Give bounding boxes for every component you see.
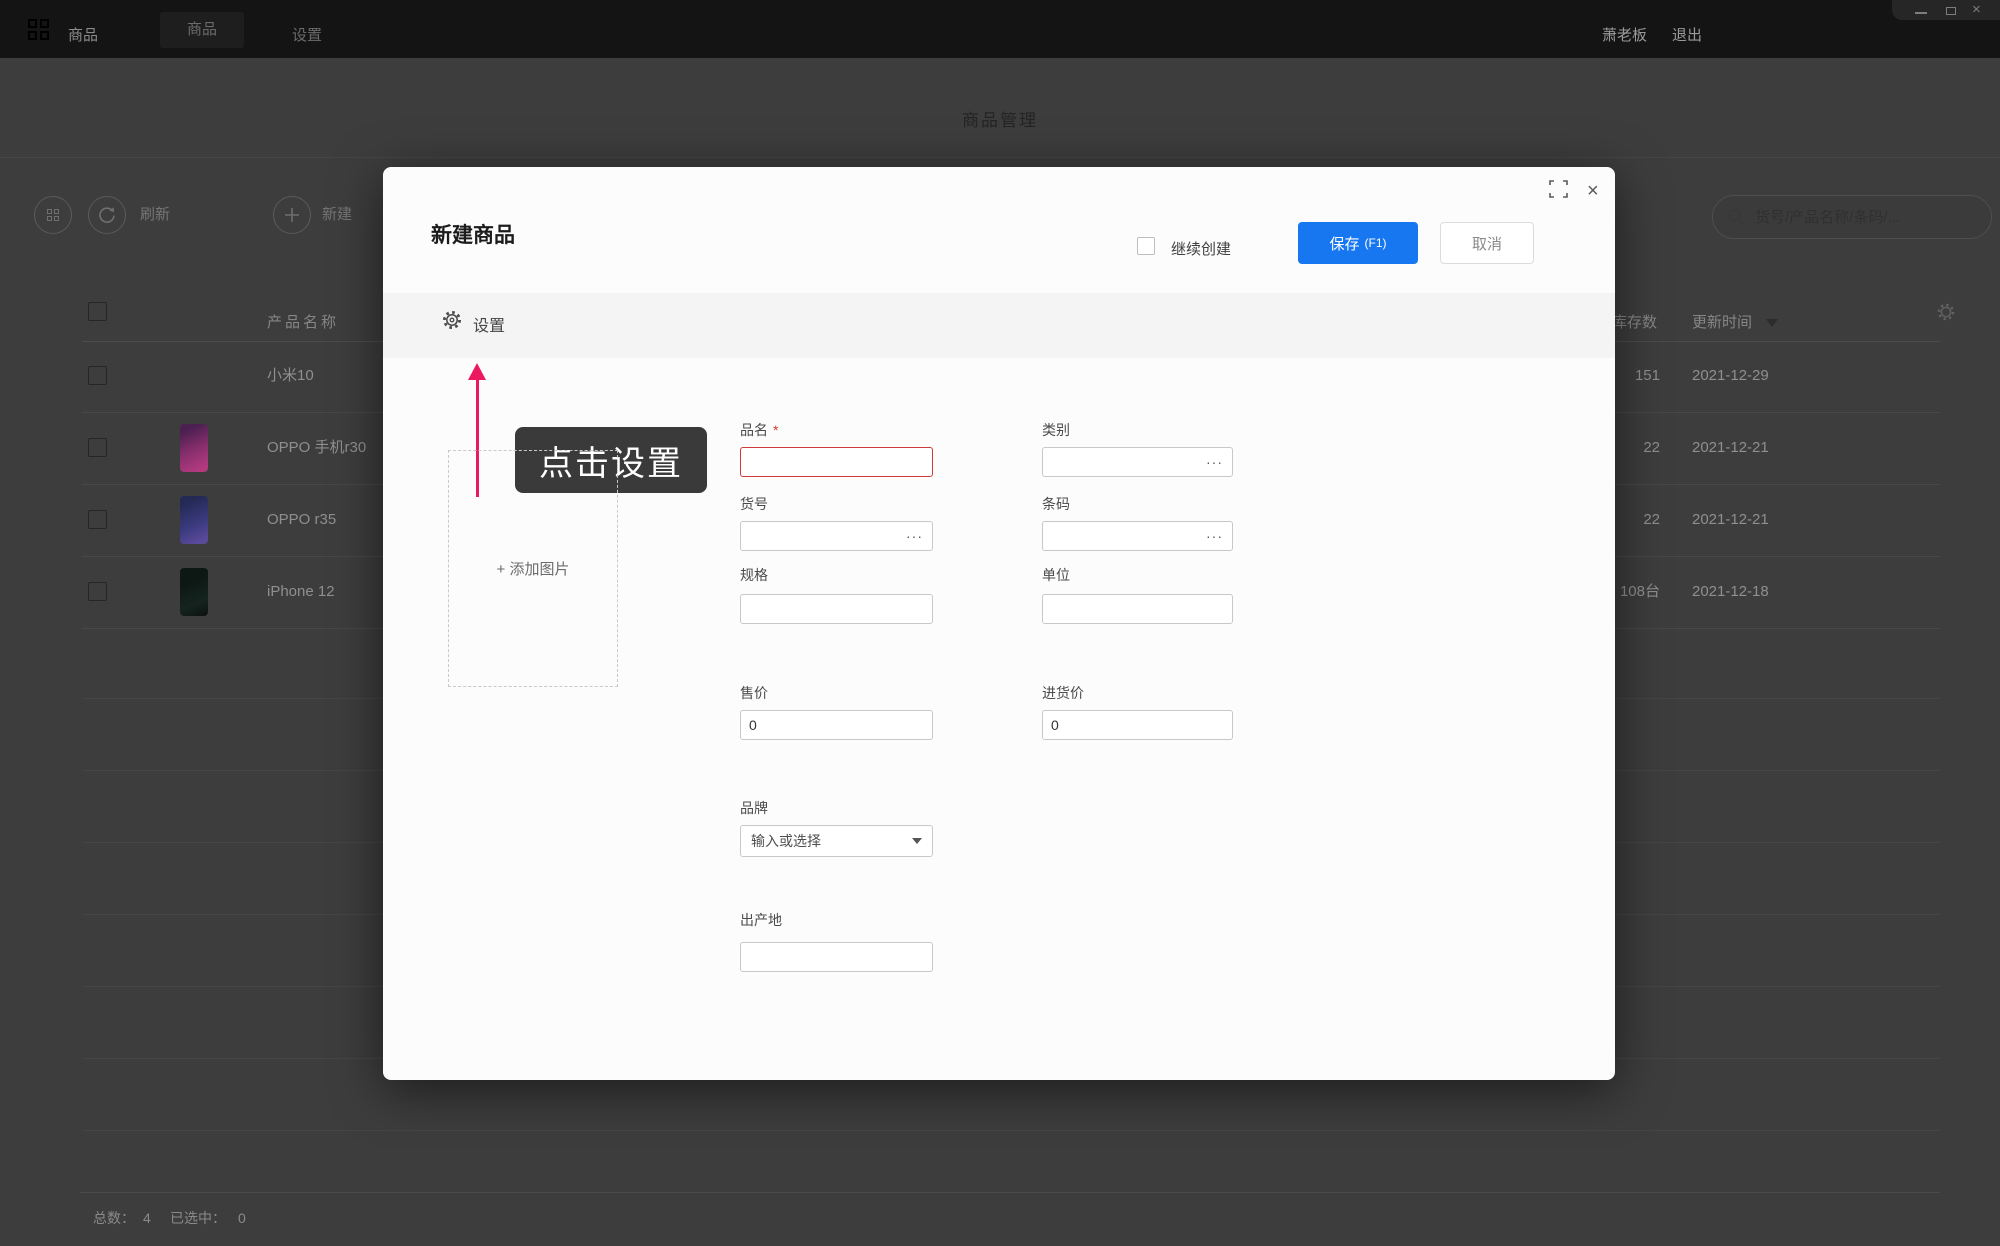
field-label-unit: 单位 xyxy=(1042,567,1070,583)
barcode-more-icon[interactable]: ··· xyxy=(1206,529,1223,543)
brand-select[interactable]: 输入或选择 xyxy=(740,825,933,857)
price-input[interactable] xyxy=(740,710,933,740)
name-input[interactable] xyxy=(740,447,933,477)
settings-label[interactable]: 设置 xyxy=(473,312,505,336)
column-settings-gear-icon[interactable] xyxy=(1936,302,1956,322)
field-label-barcode: 条码 xyxy=(1042,496,1070,512)
gear-icon[interactable] xyxy=(441,309,463,331)
product-name: 小米10 xyxy=(267,340,314,412)
spec-input[interactable] xyxy=(740,594,933,624)
cancel-button[interactable]: 取消 xyxy=(1440,222,1534,264)
page-title: 商品管理 xyxy=(0,106,2000,131)
grid-icon xyxy=(47,209,59,221)
search-input[interactable] xyxy=(1753,208,1977,227)
required-asterisk: * xyxy=(773,422,778,438)
plus-icon xyxy=(283,206,301,224)
total-label: 总数： xyxy=(93,1210,135,1226)
add-image-label: + 添加图片 xyxy=(497,558,570,579)
create-button[interactable] xyxy=(273,196,311,234)
row-checkbox[interactable] xyxy=(88,438,107,457)
product-name: OPPO r35 xyxy=(267,484,336,556)
unit-input[interactable] xyxy=(1042,594,1233,624)
logout-button[interactable]: 退出 xyxy=(1672,28,1702,43)
continue-create-checkbox[interactable] xyxy=(1137,237,1155,255)
top-bar: 商品 商品 设置 萧老板 退出 × xyxy=(0,0,2000,58)
divider xyxy=(82,1130,1940,1131)
minimize-icon[interactable] xyxy=(1915,12,1927,14)
new-product-dialog: × 新建商品 继续创建 保存 (F1) 取消 设置 点击设置 + 添加图片 品名… xyxy=(383,167,1615,1080)
tab-product[interactable]: 商品 xyxy=(160,12,244,48)
divider xyxy=(80,1192,1940,1193)
updated-date: 2021-12-21 xyxy=(1692,484,1769,556)
category-more-icon[interactable]: ··· xyxy=(1206,455,1223,469)
refresh-icon xyxy=(97,205,117,225)
divider xyxy=(0,157,2000,158)
column-header-updated[interactable]: 更新时间 xyxy=(1692,311,1778,332)
brand-select-placeholder: 输入或选择 xyxy=(751,831,821,851)
updated-date: 2021-12-21 xyxy=(1692,412,1769,484)
row-checkbox[interactable] xyxy=(88,582,107,601)
maximize-icon[interactable] xyxy=(1946,7,1956,15)
row-checkbox[interactable] xyxy=(88,510,107,529)
product-name: iPhone 12 xyxy=(267,556,335,628)
selected-value: 0 xyxy=(238,1210,246,1226)
view-grid-button[interactable] xyxy=(34,196,72,234)
column-header-product-name[interactable]: 产品名称 xyxy=(267,311,339,332)
app-window: 商品 商品 设置 萧老板 退出 × 商品管理 刷新 新建 产品名称 库存 xyxy=(0,0,2000,1246)
dialog-title: 新建商品 xyxy=(431,219,515,249)
user-name[interactable]: 萧老板 xyxy=(1602,28,1647,43)
create-label[interactable]: 新建 xyxy=(322,207,352,223)
updated-date: 2021-12-29 xyxy=(1692,340,1769,412)
sku-more-icon[interactable]: ··· xyxy=(906,529,923,543)
sort-desc-icon xyxy=(1766,319,1778,327)
field-label-origin: 出产地 xyxy=(740,912,782,928)
updated-date: 2021-12-18 xyxy=(1692,556,1769,628)
save-hotkey: (F1) xyxy=(1365,236,1387,250)
product-image xyxy=(180,568,208,616)
refresh-label[interactable]: 刷新 xyxy=(140,207,170,223)
field-label-category: 类别 xyxy=(1042,422,1070,438)
barcode-input[interactable] xyxy=(1042,521,1233,551)
close-window-icon[interactable]: × xyxy=(1972,1,1981,19)
tab-settings[interactable]: 设置 xyxy=(292,28,322,43)
annotation-arrow-head xyxy=(468,363,486,380)
expand-dialog-icon[interactable] xyxy=(1549,180,1569,198)
save-button[interactable]: 保存 (F1) xyxy=(1298,222,1418,264)
search-icon xyxy=(1727,208,1745,226)
field-label-spec: 规格 xyxy=(740,567,768,583)
total-value: 4 xyxy=(143,1210,151,1226)
menu-product[interactable]: 商品 xyxy=(68,28,98,43)
continue-create-label: 继续创建 xyxy=(1171,238,1231,259)
selected-label: 已选中： xyxy=(170,1210,226,1226)
product-image xyxy=(180,424,208,472)
settings-band xyxy=(383,293,1615,358)
field-label-price: 售价 xyxy=(740,685,768,701)
sku-input[interactable] xyxy=(740,521,933,551)
cost-input[interactable] xyxy=(1042,710,1233,740)
close-dialog-icon[interactable]: × xyxy=(1583,177,1603,205)
chevron-down-icon xyxy=(912,838,922,844)
field-label-sku: 货号 xyxy=(740,496,768,512)
search-box[interactable] xyxy=(1712,195,1992,239)
field-label-cost: 进货价 xyxy=(1042,685,1084,701)
add-image-dropzone[interactable]: + 添加图片 xyxy=(448,450,618,687)
row-checkbox[interactable] xyxy=(88,366,107,385)
origin-input[interactable] xyxy=(740,942,933,972)
refresh-button[interactable] xyxy=(88,196,126,234)
select-all-checkbox[interactable] xyxy=(88,302,107,321)
app-logo-icon xyxy=(28,19,51,42)
product-name: OPPO 手机r30 xyxy=(267,412,366,484)
field-label-brand: 品牌 xyxy=(740,800,768,816)
category-input[interactable] xyxy=(1042,447,1233,477)
product-image xyxy=(180,496,208,544)
field-label-name: 品名* xyxy=(740,422,778,438)
